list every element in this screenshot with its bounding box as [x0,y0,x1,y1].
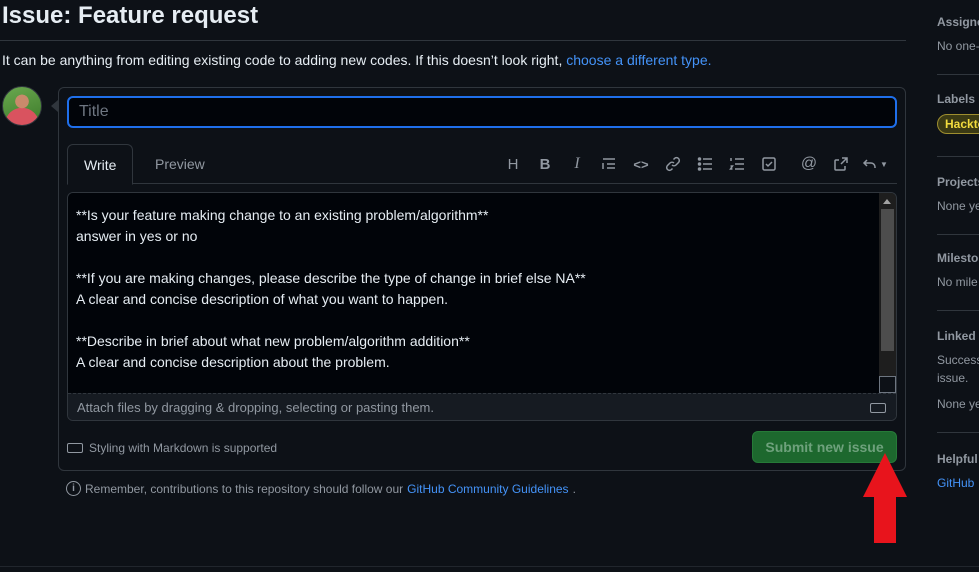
title-input[interactable] [67,96,897,128]
issue-type-text: It can be anything from editing existing… [2,52,567,68]
sidebar-divider [937,156,979,157]
linked-none: None ye [937,397,979,411]
attach-files-bar[interactable]: Attach files by dragging & dropping, sel… [68,393,896,420]
choose-different-type-link[interactable]: choose a different type. [566,52,711,68]
ordered-list-icon[interactable] [721,152,753,176]
quote-icon[interactable] [593,152,625,176]
milestone-value: No mile [937,275,978,289]
code-icon[interactable]: <> [625,152,657,176]
sidebar-divider [937,234,979,235]
sidebar-divider [937,432,979,433]
projects-value: None ye [937,199,979,213]
scroll-thumb[interactable] [881,209,894,351]
resize-handle[interactable] [879,376,896,393]
issue-sidebar: Assigne No one- Labels Hackto Projects N… [937,0,979,572]
community-guidelines-link[interactable]: GitHub Community Guidelines [407,482,568,496]
markdown-icon [67,443,83,453]
sidebar-assignees[interactable]: Assigne No one- [937,15,979,55]
avatar[interactable] [2,86,42,126]
helpful-link[interactable]: GitHub [937,476,979,490]
bold-icon[interactable]: B [529,152,561,176]
editor-scrollbar[interactable] [879,193,896,393]
milestone-heading: Milesto [937,251,979,265]
markdown-icon [870,403,886,413]
info-icon: i [66,481,81,496]
issue-type-description: It can be anything from editing existing… [2,52,712,68]
guidelines-text: Remember, contributions to this reposito… [85,481,404,496]
sidebar-divider [937,74,979,75]
attach-files-hint: Attach files by dragging & dropping, sel… [77,400,434,415]
tab-preview[interactable]: Preview [139,144,221,184]
sidebar-helpful: Helpful GitHub [937,452,979,490]
new-issue-form: Write Preview H B I <> @ [58,87,906,471]
footer-divider [0,566,979,567]
page-title: Issue: Feature request [2,2,259,29]
markdown-hint-text: Styling with Markdown is supported [89,441,278,455]
red-arrow-annotation [863,453,907,543]
sidebar-projects[interactable]: Projects None ye [937,175,979,215]
cross-reference-icon[interactable] [825,152,857,176]
sidebar-divider [937,310,979,311]
label-badge: Hackto [937,114,979,134]
undo-menu-icon[interactable]: ▼ [857,152,893,176]
linked-value: Success issue. [937,353,979,385]
guidelines-note: i Remember, contributions to this reposi… [66,481,576,496]
assignees-heading: Assigne [937,15,979,29]
markdown-toolbar: H B I <> @ ▼ [497,152,893,176]
tab-write[interactable]: Write [67,144,134,185]
markdown-hint[interactable]: Styling with Markdown is supported [67,440,277,456]
mention-icon[interactable]: @ [793,152,825,176]
heading-icon[interactable]: H [497,152,529,176]
sidebar-development: Linked p Successissue. None ye [937,329,979,413]
sidebar-milestone[interactable]: Milesto No mile [937,251,979,291]
link-icon[interactable] [657,152,689,176]
comment-body-textarea[interactable]: **Is your feature making change to an ex… [68,193,880,393]
projects-heading: Projects [937,175,979,189]
scroll-up-arrow[interactable] [883,199,891,204]
helpful-heading: Helpful [937,452,978,466]
sidebar-labels[interactable]: Labels Hackto [937,92,979,134]
comment-caret [51,100,58,112]
linked-heading: Linked p [937,329,979,343]
assignees-value: No one- [937,39,979,53]
title-divider [0,40,906,41]
italic-icon[interactable]: I [561,152,593,176]
unordered-list-icon[interactable] [689,152,721,176]
task-list-icon[interactable] [753,152,785,176]
editor-tabs: Write Preview H B I <> @ ▼ [67,144,897,185]
comment-editor: **Is your feature making change to an ex… [67,192,897,421]
labels-heading: Labels [937,92,976,106]
